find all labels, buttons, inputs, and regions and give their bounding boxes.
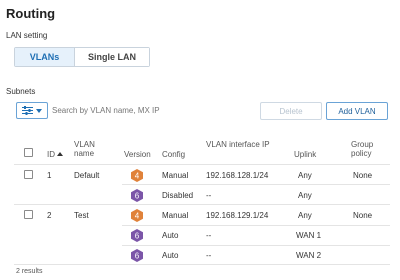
add-vlan-button[interactable]: Add VLAN — [326, 102, 388, 120]
lan-option-single-lan[interactable]: Single LAN — [75, 48, 149, 66]
cell-config: Manual — [162, 171, 189, 180]
cell-uplink: WAN 1 — [296, 231, 322, 240]
cell-vlan-name: Default — [74, 171, 100, 180]
ipv6-hexagon-icon: 6 — [131, 249, 143, 262]
cell-vlan-ip: 192.168.129.1/24 — [206, 211, 269, 220]
lan-setting-label: LAN setting — [6, 31, 48, 40]
cell-uplink: Any — [298, 211, 312, 220]
table-bottom-divider — [14, 264, 390, 265]
cell-uplink: Any — [298, 191, 312, 200]
column-header-uplink: Uplink — [294, 150, 317, 159]
cell-vlan-ip: -- — [206, 251, 212, 260]
row-divider — [14, 204, 390, 205]
column-header-vlan-ip: VLAN interface IP — [206, 140, 270, 149]
lan-setting-toggle: VLANs Single LAN — [14, 47, 150, 67]
subnets-label: Subnets — [6, 87, 36, 96]
ipv4-hexagon-icon: 4 — [131, 209, 143, 222]
cell-uplink: WAN 2 — [296, 251, 322, 260]
cell-config: Manual — [162, 211, 189, 220]
ipv4-hexagon-icon: 4 — [131, 169, 143, 182]
column-header-group-policy: Group policy — [351, 140, 374, 158]
cell-vlan-name: Test — [74, 211, 89, 220]
select-all-checkbox[interactable] — [24, 148, 33, 157]
delete-button[interactable]: Delete — [260, 102, 322, 120]
svg-text:6: 6 — [135, 252, 140, 261]
cell-group-policy: None — [353, 211, 373, 220]
results-count: 2 results — [16, 268, 43, 275]
filter-button[interactable] — [16, 102, 48, 119]
cell-vlan-ip: 192.168.128.1/24 — [206, 171, 269, 180]
cell-uplink: Any — [298, 171, 312, 180]
svg-text:6: 6 — [135, 232, 140, 241]
cell-config: Auto — [162, 231, 179, 240]
cell-config: Disabled — [162, 191, 194, 200]
svg-text:4: 4 — [135, 172, 140, 181]
cell-vlan-ip: -- — [206, 231, 212, 240]
cell-id: 2 — [47, 211, 52, 220]
header-divider — [14, 164, 390, 165]
cell-id: 1 — [47, 171, 52, 180]
chevron-down-icon — [36, 108, 42, 113]
cell-vlan-ip: -- — [206, 191, 212, 200]
row-divider — [122, 245, 390, 246]
svg-text:4: 4 — [135, 212, 140, 221]
ipv6-hexagon-icon: 6 — [131, 189, 143, 202]
page-title: Routing — [6, 6, 56, 21]
column-header-config: Config — [162, 150, 186, 159]
row-checkbox[interactable] — [24, 170, 33, 179]
sort-asc-icon — [57, 152, 63, 156]
row-checkbox[interactable] — [24, 210, 33, 219]
column-header-version: Version — [124, 150, 151, 159]
cell-config: Auto — [162, 251, 179, 260]
svg-text:6: 6 — [135, 192, 140, 201]
lan-option-vlans[interactable]: VLANs — [15, 48, 75, 66]
column-header-id[interactable]: ID — [47, 150, 63, 159]
sliders-icon — [22, 106, 33, 115]
row-divider — [122, 184, 390, 185]
row-divider — [122, 225, 390, 226]
ipv6-hexagon-icon: 6 — [131, 229, 143, 242]
cell-group-policy: None — [353, 171, 373, 180]
column-header-vlan-name: VLAN name — [74, 140, 95, 158]
search-input[interactable] — [48, 101, 208, 119]
